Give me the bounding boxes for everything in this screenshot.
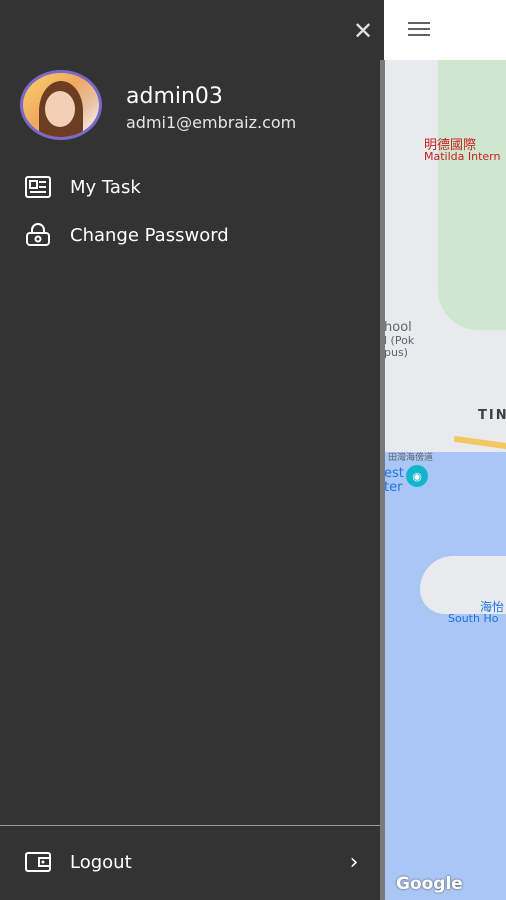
user-email: admi1@embraiz.com	[126, 113, 297, 132]
map-top-bar	[384, 0, 506, 60]
map-label: South Ho	[448, 612, 499, 625]
avatar	[20, 70, 102, 140]
menu-item-label: My Task	[70, 176, 141, 198]
map-park	[438, 60, 506, 330]
map-label: hool	[384, 320, 412, 335]
map-water	[384, 452, 506, 900]
menu-item-label: Change Password	[70, 224, 229, 246]
logout-label: Logout	[70, 851, 132, 873]
map-label: est	[384, 466, 404, 481]
map-label: TIN	[478, 408, 506, 423]
menu-item-my-task[interactable]: My Task	[0, 165, 382, 209]
scrollbar[interactable]	[380, 60, 385, 900]
hamburger-menu-icon[interactable]	[408, 22, 430, 38]
map-label: Matilda Intern	[424, 150, 501, 163]
logout-button[interactable]: Logout ›	[0, 840, 382, 884]
camera-pin-icon[interactable]: ◉	[406, 465, 428, 487]
map-label: pus)	[384, 346, 408, 359]
map-label: 田灣海傍道	[388, 453, 434, 463]
close-icon[interactable]: ✕	[350, 18, 376, 44]
menu-item-change-password[interactable]: Change Password	[0, 213, 382, 257]
map-label: ter	[384, 480, 403, 495]
wallet-icon	[24, 848, 52, 876]
divider	[0, 825, 382, 826]
task-list-icon	[24, 173, 52, 201]
chevron-right-icon: ›	[349, 849, 359, 875]
google-logo: Google	[396, 874, 463, 894]
navigation-drawer: ✕ admin03 admi1@embraiz.com My Task Chan…	[0, 0, 382, 900]
user-name: admin03	[126, 84, 223, 109]
map-view[interactable]: 明德國際 Matilda Intern hool l (Pok pus) TIN…	[384, 0, 506, 900]
lock-icon	[24, 221, 52, 249]
